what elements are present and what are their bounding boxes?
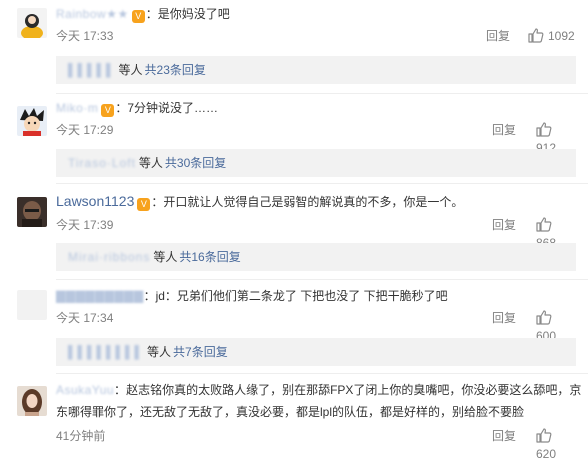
sub-reply-count-link[interactable]: 共23条回复 xyxy=(145,63,206,77)
sub-reply-users[interactable]: ▌▌▌▌▌▌▌▌ xyxy=(68,345,144,359)
comment-time: 今天 17:39 xyxy=(56,218,114,232)
like-button[interactable]: 620 xyxy=(536,427,576,463)
sub-replies-box: ▌▌▌▌▌ 等人 共23条回复 xyxy=(56,56,576,84)
divider xyxy=(56,279,588,280)
comment-line: ▇▇▇▇▇▇▇▇▇：jd：兄弟们他们第二条龙了 下把也没了 下把干脆秒了吧 xyxy=(56,289,448,303)
comment-text: 开口就让人觉得自己是弱智的解说真的不多，你是一个。 xyxy=(163,195,464,209)
sub-reply-users[interactable]: Tiraso·Loft xyxy=(68,156,136,170)
comment-line: AsukaYuu：赵志铭你真的太败路人缘了，别在那舔FPX了闭上你的臭嘴吧，你没… xyxy=(56,383,582,419)
thumbs-up-icon xyxy=(536,310,552,325)
sub-reply-count-link[interactable]: 共7条回复 xyxy=(173,345,228,359)
like-count: 620 xyxy=(536,447,557,461)
username-link[interactable]: ▇▇▇▇▇▇▇▇▇ xyxy=(56,289,144,303)
sub-reply-count-link[interactable]: 共30条回复 xyxy=(165,156,226,170)
like-button[interactable]: 1092 xyxy=(528,27,575,45)
comment-meta: 今天 17:29 回复 912 xyxy=(56,121,576,155)
avatar[interactable] xyxy=(17,197,47,227)
sub-reply-users[interactable]: ▌▌▌▌▌ xyxy=(68,63,116,77)
reply-button[interactable]: 回复 xyxy=(486,27,510,45)
username-link[interactable]: Miko·m xyxy=(56,101,98,115)
divider xyxy=(56,183,588,184)
reply-button[interactable]: 回复 xyxy=(492,309,516,327)
reply-button[interactable]: 回复 xyxy=(492,216,516,234)
comment-meta: 今天 17:33 回复 1092 xyxy=(56,27,576,45)
vip-badge-icon: V xyxy=(137,198,151,211)
comment-time: 今天 17:29 xyxy=(56,123,114,137)
comment-meta: 41分钟前 回复 620 xyxy=(56,427,576,461)
sub-reply-etc: 等人 xyxy=(147,345,172,359)
avatar[interactable] xyxy=(17,106,47,136)
thumbs-up-icon xyxy=(536,122,552,137)
sub-replies-box: Tiraso·Loft 等人 共30条回复 xyxy=(56,149,576,177)
comment-time: 今天 17:33 xyxy=(56,29,114,43)
avatar[interactable] xyxy=(17,290,47,320)
sub-replies-box: ▌▌▌▌▌▌▌▌ 等人 共7条回复 xyxy=(56,338,576,366)
comment-text: jd：兄弟们他们第二条龙了 下把也没了 下把干脆秒了吧 xyxy=(155,289,448,303)
sub-reply-etc: 等人 xyxy=(118,63,143,77)
reply-button[interactable]: 回复 xyxy=(492,427,516,445)
comment-line: Lawson1123 V ：开口就让人觉得自己是弱智的解说真的不多，你是一个。 xyxy=(56,193,464,211)
comment-text: 7分钟说没了…… xyxy=(127,101,219,115)
comment-time: 今天 17:34 xyxy=(56,311,114,325)
comment-time: 41分钟前 xyxy=(56,429,106,443)
sub-reply-users[interactable]: Mirai·ribbons xyxy=(68,250,150,264)
thumbs-up-icon xyxy=(536,217,552,232)
username-link[interactable]: Lawson1123 xyxy=(56,193,134,209)
thumbs-up-icon xyxy=(528,28,544,43)
username-link[interactable]: Rainbow★★ xyxy=(56,7,129,21)
comment-text: 赵志铭你真的太败路人缘了，别在那舔FPX了闭上你的臭嘴吧，你没必要这么舔吧，京东… xyxy=(56,383,582,419)
vip-badge-icon: V xyxy=(131,10,145,23)
sub-reply-count-link[interactable]: 共16条回复 xyxy=(179,250,240,264)
avatar[interactable] xyxy=(17,386,47,416)
like-count: 1092 xyxy=(548,29,575,43)
comment-line: Miko·m V ：7分钟说没了…… xyxy=(56,101,219,117)
divider xyxy=(56,93,588,94)
comment-meta: 今天 17:39 回复 868 xyxy=(56,216,576,250)
divider xyxy=(56,373,588,374)
comment-line: Rainbow★★ V ：是你妈没了吧 xyxy=(56,7,230,23)
sub-reply-etc: 等人 xyxy=(153,250,178,264)
username-link[interactable]: AsukaYuu xyxy=(56,383,114,397)
vip-badge-icon: V xyxy=(101,104,115,117)
reply-button[interactable]: 回复 xyxy=(492,121,516,139)
comment-meta: 今天 17:34 回复 600 xyxy=(56,309,576,343)
sub-reply-etc: 等人 xyxy=(138,156,163,170)
sub-replies-box: Mirai·ribbons 等人 共16条回复 xyxy=(56,243,576,271)
avatar[interactable] xyxy=(17,8,47,38)
comment-text: 是你妈没了吧 xyxy=(157,7,230,21)
